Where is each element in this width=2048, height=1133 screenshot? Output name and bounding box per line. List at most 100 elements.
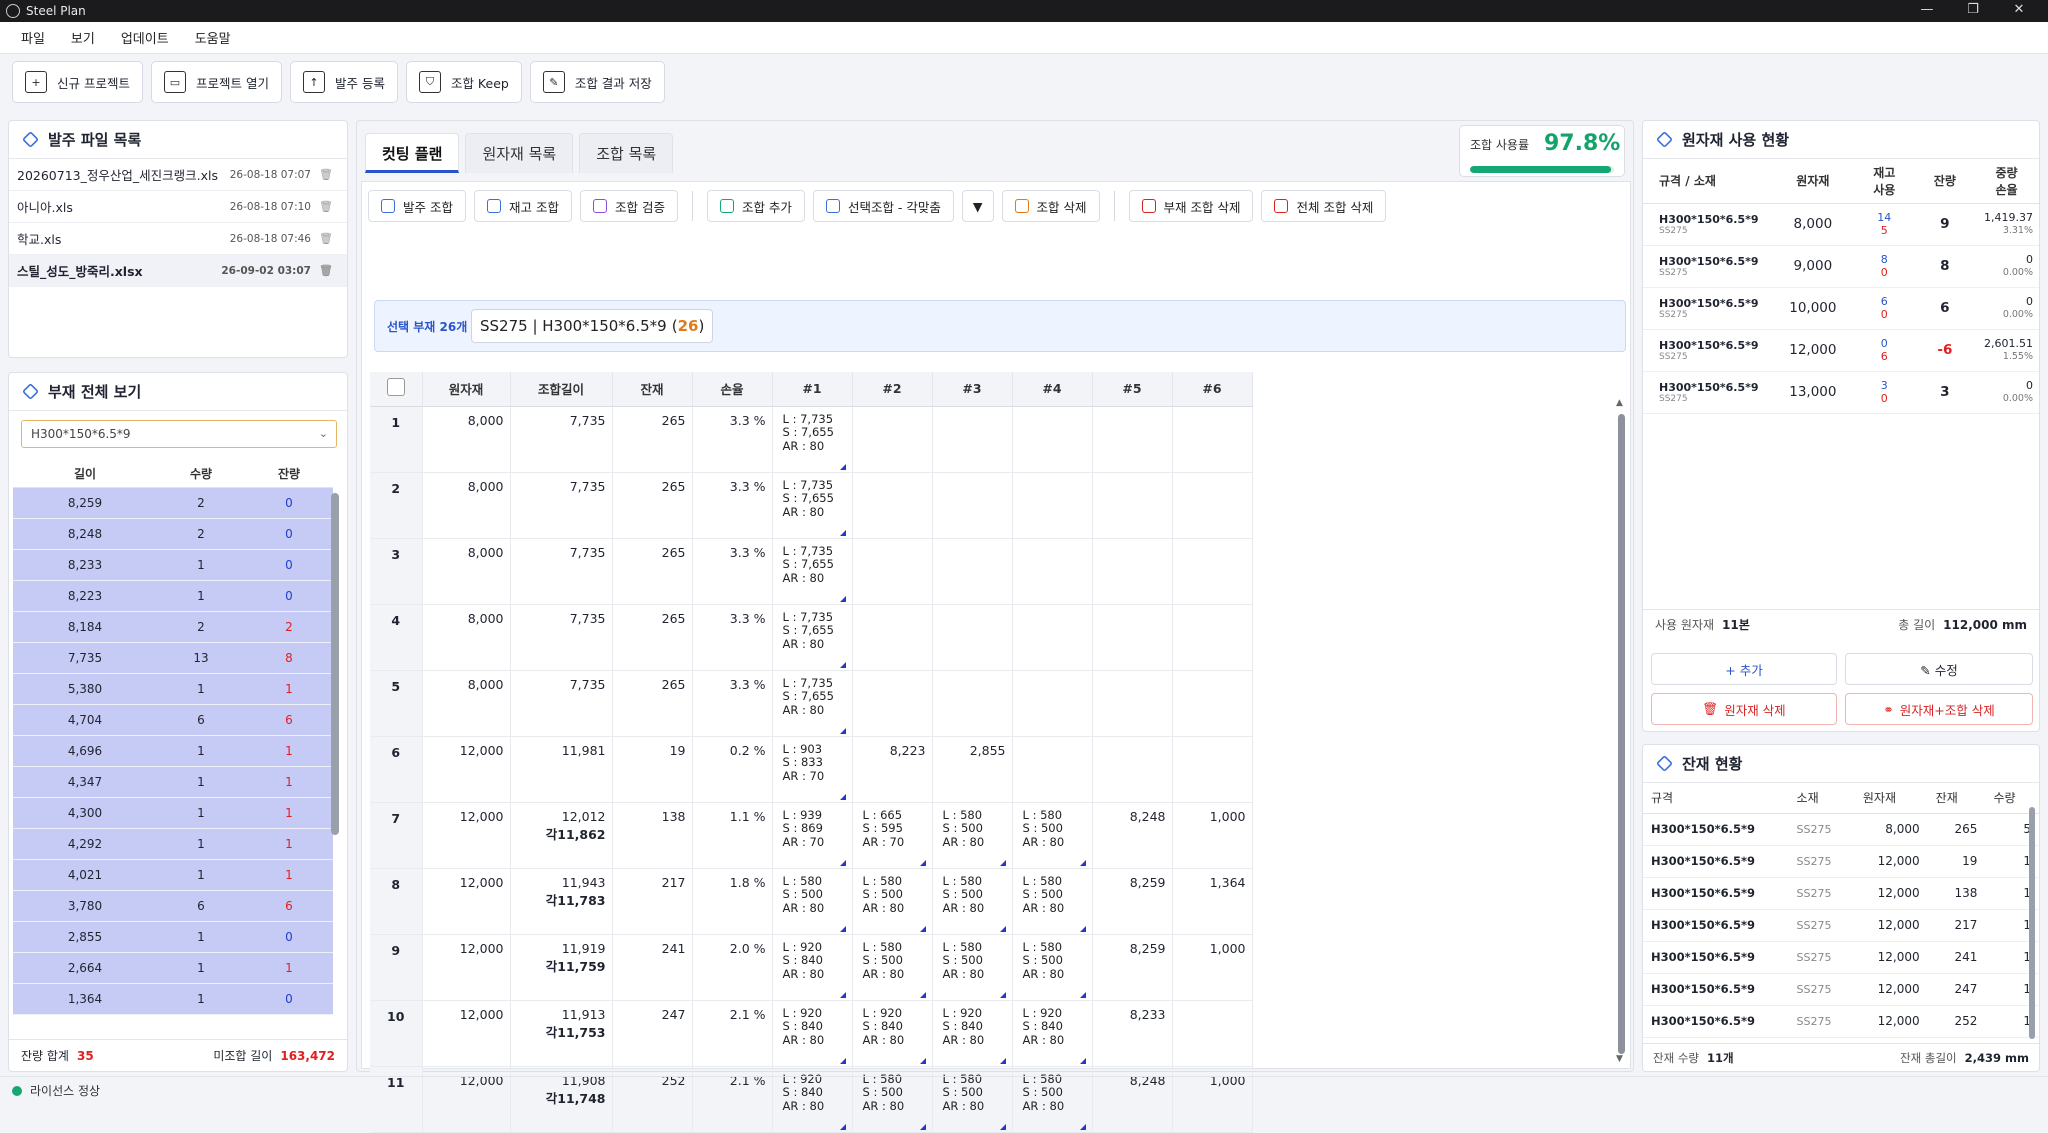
plan-cut-cell[interactable]: 1,000 — [1172, 802, 1253, 869]
trash-icon[interactable]: 🗑 — [319, 168, 333, 181]
plan-cut-cell[interactable] — [1172, 670, 1253, 737]
plan-cut-cell[interactable] — [852, 472, 933, 539]
action-button-5[interactable]: 조합 삭제 — [1001, 190, 1100, 222]
parts-row[interactable]: 4,347 1 1 — [13, 766, 333, 798]
order-file-item[interactable]: 스틸_성도_방죽리.xlsx 26-09-02 03:07 🗑 — [9, 255, 347, 287]
remnant-row[interactable]: H300*150*6.5*9 SS275 12,000 138 1 — [1643, 877, 2039, 910]
plan-cut-cell[interactable]: 8,259 — [1092, 934, 1173, 1001]
tab-combination[interactable]: 조합 목록 — [579, 133, 674, 173]
plan-cut-cell[interactable] — [1172, 604, 1253, 671]
parts-row[interactable]: 4,704 6 6 — [13, 704, 333, 736]
parts-row[interactable]: 7,735 13 8 — [13, 642, 333, 674]
plan-cut-cell[interactable] — [1012, 670, 1093, 737]
col-select-all[interactable] — [370, 372, 423, 407]
restore-button[interactable]: ❐ — [1950, 0, 1996, 22]
plan-cut-cell[interactable]: L : 7,735 S : 7,655 AR : 80 — [772, 538, 853, 605]
register-order-button[interactable]: ↑ 발주 등록 — [289, 61, 398, 103]
tab-raw-material[interactable]: 원자재 목록 — [465, 133, 574, 173]
combo-dropdown-button[interactable]: ▼ — [961, 190, 994, 222]
parts-row[interactable]: 2,664 1 1 — [13, 952, 333, 984]
plan-cut-cell[interactable] — [852, 406, 933, 473]
plan-cut-cell[interactable] — [1172, 406, 1253, 473]
plan-row[interactable]: 6 12,000 11,981 19 0.2 % L : 903 S : 833 AR : 7… — [370, 736, 1253, 803]
plan-cut-cell[interactable]: L : 580 S : 500 AR : 80 — [932, 934, 1013, 1001]
parts-row[interactable]: 1,364 1 0 — [13, 983, 333, 1015]
order-file-item[interactable]: 학교.xls 26-08-18 07:46 🗑 — [9, 223, 347, 255]
plan-cut-cell[interactable]: 1,000 — [1172, 934, 1253, 1001]
selected-spec-chip[interactable]: SS275 | H300*150*6.5*9(26) — [471, 309, 714, 343]
action-button-4[interactable]: 선택조합 - 각맞춤 — [812, 190, 954, 222]
plan-cut-cell[interactable]: L : 580 S : 500 AR : 80 — [852, 934, 933, 1001]
plan-cut-cell[interactable]: L : 580 S : 500 AR : 80 — [1012, 934, 1093, 1001]
plan-cut-cell[interactable] — [1092, 538, 1173, 605]
raw-usage-row[interactable]: H300*150*6.5*9 SS275 12,000 0 6 -6 2,601.51 1.5… — [1643, 329, 2039, 372]
plan-cut-cell[interactable]: L : 920 S : 840 AR : 80 — [852, 1000, 933, 1067]
raw-usage-row[interactable]: H300*150*6.5*9 SS275 10,000 6 0 6 0 0.00% — [1643, 287, 2039, 330]
parts-row[interactable]: 4,292 1 1 — [13, 828, 333, 860]
tab-cutting-plan[interactable]: 컷팅 플랜 — [365, 133, 460, 173]
plan-cut-cell[interactable]: 2,855 — [932, 736, 1013, 803]
plan-cut-cell[interactable]: 8,223 — [852, 736, 933, 803]
spec-select[interactable]: H300*150*6.5*9 ⌄ — [21, 420, 337, 448]
trash-icon[interactable]: 🗑 — [319, 200, 333, 213]
plan-row[interactable]: 8 12,000 11,943 각11,783 217 1.8 % L : 580 S : 5… — [370, 868, 1253, 935]
remnant-row[interactable]: H300*150*6.5*9 SS275 12,000 252 1 — [1643, 1005, 2039, 1038]
plan-cut-cell[interactable]: L : 7,735 S : 7,655 AR : 80 — [772, 472, 853, 539]
plan-row[interactable]: 4 8,000 7,735 265 3.3 % L : 7,735 S : 7,655 AR … — [370, 604, 1253, 671]
delete-raw-button[interactable]: 🗑 원자재 삭제 — [1651, 693, 1837, 725]
raw-usage-row[interactable]: H300*150*6.5*9 SS275 8,000 14 5 9 1,419.37 3.31… — [1643, 203, 2039, 246]
parts-row[interactable]: 4,300 1 1 — [13, 797, 333, 829]
plan-cut-cell[interactable]: 1,364 — [1172, 868, 1253, 935]
action-button-7[interactable]: 전체 조합 삭제 — [1261, 190, 1387, 222]
remnant-row[interactable]: H300*150*6.5*9 SS275 8,000 265 5 — [1643, 813, 2039, 846]
plan-cut-cell[interactable]: L : 665 S : 595 AR : 70 — [852, 802, 933, 869]
raw-usage-row[interactable]: H300*150*6.5*9 SS275 9,000 8 0 8 0 0.00% — [1643, 245, 2039, 288]
plan-cut-cell[interactable] — [1092, 670, 1173, 737]
parts-row[interactable]: 5,380 1 1 — [13, 673, 333, 705]
plan-cut-cell[interactable]: L : 580 S : 500 AR : 80 — [1012, 868, 1093, 935]
plan-row[interactable]: 9 12,000 11,919 각11,759 241 2.0 % L : 920 S : 8… — [370, 934, 1253, 1001]
parts-row[interactable]: 8,233 1 0 — [13, 549, 333, 581]
plan-row[interactable]: 10 12,000 11,913 각11,753 247 2.1 % L : 920 S : … — [370, 1000, 1253, 1067]
parts-row[interactable]: 8,259 2 0 — [13, 487, 333, 519]
plan-cut-cell[interactable]: L : 580 S : 500 AR : 80 — [932, 868, 1013, 935]
plan-cut-cell[interactable] — [932, 406, 1013, 473]
plan-cut-cell[interactable] — [852, 538, 933, 605]
plan-cut-cell[interactable] — [932, 670, 1013, 737]
parts-row[interactable]: 8,248 2 0 — [13, 518, 333, 550]
action-button-6[interactable]: 부재 조합 삭제 — [1128, 190, 1254, 222]
plan-cut-cell[interactable] — [1092, 736, 1173, 803]
plan-row[interactable]: 5 8,000 7,735 265 3.3 % L : 7,735 S : 7,655 AR … — [370, 670, 1253, 737]
plan-cut-cell[interactable]: L : 920 S : 840 AR : 80 — [772, 934, 853, 1001]
plan-cut-cell[interactable]: L : 920 S : 840 AR : 80 — [932, 1000, 1013, 1067]
plan-cut-cell[interactable] — [1092, 472, 1173, 539]
plan-row[interactable]: 1 8,000 7,735 265 3.3 % L : 7,735 S : 7,655 AR … — [370, 406, 1253, 473]
close-button[interactable]: ✕ — [1996, 0, 2042, 22]
plan-cut-cell[interactable]: L : 7,735 S : 7,655 AR : 80 — [772, 670, 853, 737]
trash-icon[interactable]: 🗑 — [319, 264, 333, 277]
add-raw-button[interactable]: + 추가 — [1651, 653, 1837, 685]
raw-usage-row[interactable]: H300*150*6.5*9 SS275 13,000 3 0 3 0 0.00% — [1643, 371, 2039, 414]
plan-cut-cell[interactable]: L : 580 S : 500 AR : 80 — [1012, 802, 1093, 869]
trash-icon[interactable]: 🗑 — [319, 232, 333, 245]
parts-row[interactable]: 4,696 1 1 — [13, 735, 333, 767]
plan-cut-cell[interactable]: 8,248 — [1092, 802, 1173, 869]
order-file-item[interactable]: 20260713_정우산업_세진크랭크.xls 26-08-18 07:07 🗑 — [9, 159, 347, 191]
menu-help[interactable]: 도움말 — [182, 28, 244, 47]
remnant-row[interactable]: H300*150*6.5*9 SS275 12,000 19 1 — [1643, 845, 2039, 878]
parts-row[interactable]: 8,184 2 2 — [13, 611, 333, 643]
select-all-checkbox[interactable] — [386, 378, 405, 397]
minimize-button[interactable]: — — [1904, 0, 1950, 22]
action-button-1[interactable]: 재고 조합 — [473, 190, 572, 222]
menu-file[interactable]: 파일 — [8, 28, 58, 47]
plan-cut-cell[interactable] — [1172, 472, 1253, 539]
plan-cut-cell[interactable] — [1172, 538, 1253, 605]
remnant-scrollbar[interactable] — [2029, 807, 2035, 1039]
menu-update[interactable]: 업데이트 — [108, 28, 182, 47]
parts-row[interactable]: 2,855 1 0 — [13, 921, 333, 953]
plan-cut-cell[interactable] — [1172, 1000, 1253, 1067]
plan-row[interactable]: 3 8,000 7,735 265 3.3 % L : 7,735 S : 7,655 AR … — [370, 538, 1253, 605]
plan-cut-cell[interactable]: L : 580 S : 500 AR : 80 — [772, 868, 853, 935]
plan-cut-cell[interactable]: L : 920 S : 840 AR : 80 — [1012, 1000, 1093, 1067]
plan-row[interactable]: 7 12,000 12,012 각11,862 138 1.1 % L : 939 S : 8… — [370, 802, 1253, 869]
